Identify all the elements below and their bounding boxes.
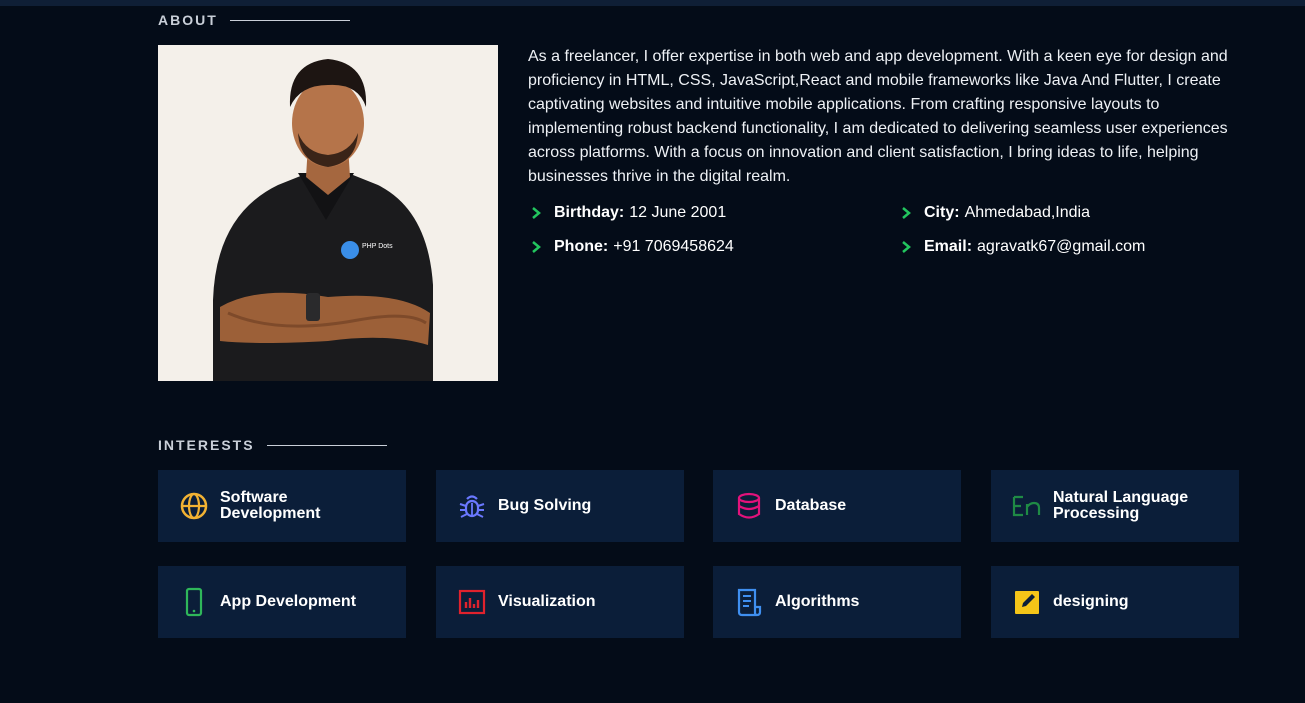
language-icon — [1011, 490, 1043, 522]
profile-photo: PHP Dots — [158, 45, 498, 381]
about-section-title: ABOUT — [158, 12, 350, 28]
interest-label: Algorithms — [775, 593, 860, 610]
interest-label: Visualization — [498, 593, 596, 610]
fact-label: City: — [924, 204, 960, 221]
fact-email: Email: agravatk67@gmail.com — [898, 238, 1145, 256]
fact-value: +91 7069458624 — [613, 238, 734, 255]
interest-label: Bug Solving — [498, 497, 592, 514]
interest-card-app-development[interactable]: App Development — [158, 566, 406, 638]
fact-value: 12 June 2001 — [629, 204, 727, 221]
interest-card-software-development[interactable]: Software Development — [158, 470, 406, 542]
interest-label: Natural Language Processing — [1053, 489, 1189, 522]
about-title-text: ABOUT — [158, 12, 218, 28]
fact-city: City: Ahmedabad,India — [898, 204, 1090, 222]
chevron-right-icon — [532, 207, 541, 219]
interest-card-natural-language-processing[interactable]: Natural Language Processing — [991, 470, 1239, 542]
about-bio: As a freelancer, I offer expertise in bo… — [528, 48, 1228, 185]
top-bar — [0, 0, 1305, 6]
fact-label: Email: — [924, 238, 973, 255]
fact-label: Phone: — [554, 238, 609, 255]
edit-icon — [1011, 586, 1043, 618]
interest-card-designing[interactable]: designing — [991, 566, 1239, 638]
database-icon — [733, 490, 765, 522]
phone-icon — [178, 586, 210, 618]
fact-value: Ahmedabad,India — [964, 204, 1090, 221]
interest-card-bug-solving[interactable]: Bug Solving — [436, 470, 684, 542]
interest-card-visualization[interactable]: Visualization — [436, 566, 684, 638]
globe-icon — [178, 490, 210, 522]
interest-label: Software Development — [220, 489, 321, 522]
bar-chart-icon — [456, 586, 488, 618]
bug-icon — [456, 490, 488, 522]
interests-title-text: INTERESTS — [158, 437, 255, 453]
interest-label: App Development — [220, 593, 357, 610]
interest-label: designing — [1053, 593, 1129, 610]
shirt-logo-text: PHP Dots — [362, 243, 393, 250]
fact-value: agravatk67@gmail.com — [977, 238, 1146, 255]
interests-section-title: INTERESTS — [158, 437, 387, 453]
fact-label: Birthday: — [554, 204, 625, 221]
fact-phone: Phone: +91 7069458624 — [528, 238, 734, 256]
interest-card-database[interactable]: Database — [713, 470, 961, 542]
document-icon — [733, 586, 765, 618]
chevron-right-icon — [902, 207, 911, 219]
fact-birthday: Birthday: 12 June 2001 — [528, 204, 726, 222]
interest-label: Database — [775, 497, 847, 514]
title-underline — [266, 444, 387, 446]
chevron-right-icon — [902, 241, 911, 253]
chevron-right-icon — [532, 241, 541, 253]
interest-card-algorithms[interactable]: Algorithms — [713, 566, 961, 638]
title-underline — [229, 19, 350, 21]
